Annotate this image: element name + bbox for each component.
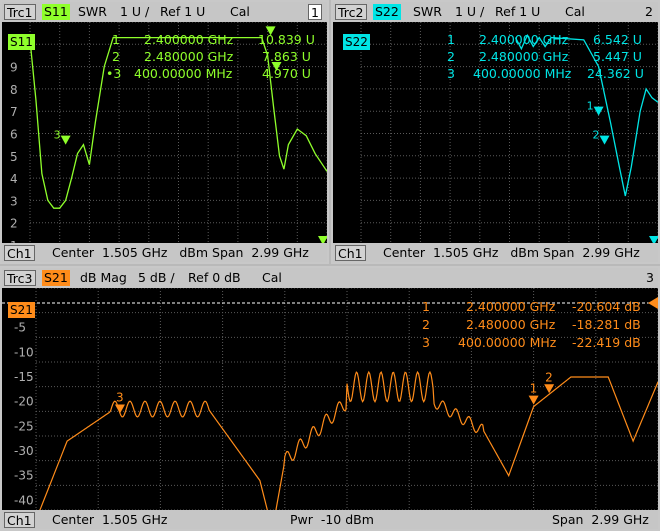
footer-info-1[interactable]: Center 1.505 GHz dBm Span 2.99 GHz <box>52 245 309 261</box>
trace-header-1: Trc1 S11 SWR 1 U / Ref 1 U Cal 1 <box>2 2 327 22</box>
cal-label-1[interactable]: Cal <box>230 4 250 20</box>
channel-footer-2: Ch1 Center 1.505 GHz dBm Span 2.99 GHz <box>333 243 658 262</box>
marker-3-icon <box>60 135 71 145</box>
marker-2-icon <box>599 135 610 145</box>
ref-label-3[interactable]: Ref 0 dB <box>188 270 241 286</box>
tick-label: 5 <box>10 150 18 164</box>
scale-label-3[interactable]: 5 dB / <box>138 270 175 286</box>
trace-badge-s21[interactable]: S21 <box>8 302 35 318</box>
marker-label: 2 <box>593 129 600 142</box>
window-number-1[interactable]: 1 <box>308 4 322 20</box>
trace-label-1[interactable]: Trc1 <box>4 4 36 20</box>
tick-label: 2 <box>10 217 18 231</box>
footer-center-3[interactable]: Center 1.505 GHz <box>52 512 167 528</box>
footer-span-3[interactable]: Span 2.99 GHz <box>552 512 649 528</box>
tick-label: 4 <box>10 172 18 186</box>
tick-label: 7 <box>10 105 18 119</box>
channel-footer-3: Ch1 Center 1.505 GHz Pwr -10 dBm Span 2.… <box>2 510 658 529</box>
window-number-3[interactable]: 3 <box>646 270 654 286</box>
marker-3-icon <box>114 404 125 414</box>
tick-label: -40 <box>14 493 34 507</box>
marker-label: 1 <box>530 382 538 396</box>
tick-label: -20 <box>14 395 34 409</box>
tick-label: -15 <box>14 370 34 384</box>
marker-label: 3 <box>116 391 124 405</box>
trace-header-2: Trc2 S22 SWR 1 U / Ref 1 U Cal 2 <box>333 2 658 22</box>
tick-label: -25 <box>14 419 34 433</box>
trace-label-2[interactable]: Trc2 <box>335 4 367 20</box>
tick-label: 8 <box>10 83 18 97</box>
tick-label: 9 <box>10 61 18 75</box>
marker-label: 2 <box>545 370 553 384</box>
ref-arrow-icon <box>648 297 658 309</box>
marker-label: 3 <box>54 129 61 142</box>
tick-label: -35 <box>14 469 34 483</box>
param-label-s21[interactable]: S21 <box>42 270 70 286</box>
scale-label-1[interactable]: 1 U / <box>120 4 149 20</box>
param-label-s22[interactable]: S22 <box>373 4 401 20</box>
cal-label-3[interactable]: Cal <box>262 270 282 286</box>
trace-window-2[interactable]: Trc2 S22 SWR 1 U / Ref 1 U Cal 2 12 S22 … <box>331 0 660 264</box>
footer-power-3[interactable]: Pwr -10 dBm <box>290 512 374 528</box>
plot-area-3[interactable]: -5 -10 -15 -20 -25 -30 -35 -40 3 12 <box>2 288 658 510</box>
tick-label: -5 <box>14 321 26 335</box>
window-number-2[interactable]: 2 <box>645 4 653 20</box>
marker-label: 1 <box>587 100 594 113</box>
channel-label-2[interactable]: Ch1 <box>335 245 366 261</box>
tick-label: -10 <box>14 345 34 359</box>
tick-label: 6 <box>10 128 18 142</box>
format-label-2[interactable]: SWR <box>413 4 442 20</box>
trace-window-3[interactable]: Trc3 S21 dB Mag 5 dB / Ref 0 dB Cal 3 -5… <box>0 266 660 531</box>
scale-label-2[interactable]: 1 U / <box>455 4 484 20</box>
param-label-s11[interactable]: S11 <box>42 4 70 20</box>
tick-label: 3 <box>10 194 18 208</box>
trace-window-1[interactable]: Trc1 S11 SWR 1 U / Ref 1 U Cal 1 9 8 7 6 5 4 3… <box>0 0 329 264</box>
channel-label-1[interactable]: Ch1 <box>4 245 35 261</box>
format-label-3[interactable]: dB Mag <box>80 270 127 286</box>
trace-label-3[interactable]: Trc3 <box>4 270 36 286</box>
channel-label-3[interactable]: Ch1 <box>4 512 35 528</box>
format-label-1[interactable]: SWR <box>78 4 107 20</box>
channel-footer-1: Ch1 Center 1.505 GHz dBm Span 2.99 GHz <box>2 243 327 262</box>
trace-badge-s22[interactable]: S22 <box>343 34 370 50</box>
ref-label-2[interactable]: Ref 1 U <box>495 4 540 20</box>
cal-label-2[interactable]: Cal <box>565 4 585 20</box>
trace-badge-s11[interactable]: S11 <box>8 34 35 50</box>
ref-label-1[interactable]: Ref 1 U <box>160 4 205 20</box>
trace-header-3: Trc3 S21 dB Mag 5 dB / Ref 0 dB Cal 3 <box>2 268 658 288</box>
footer-info-2[interactable]: Center 1.505 GHz dBm Span 2.99 GHz <box>383 245 640 261</box>
tick-label: -30 <box>14 444 34 458</box>
